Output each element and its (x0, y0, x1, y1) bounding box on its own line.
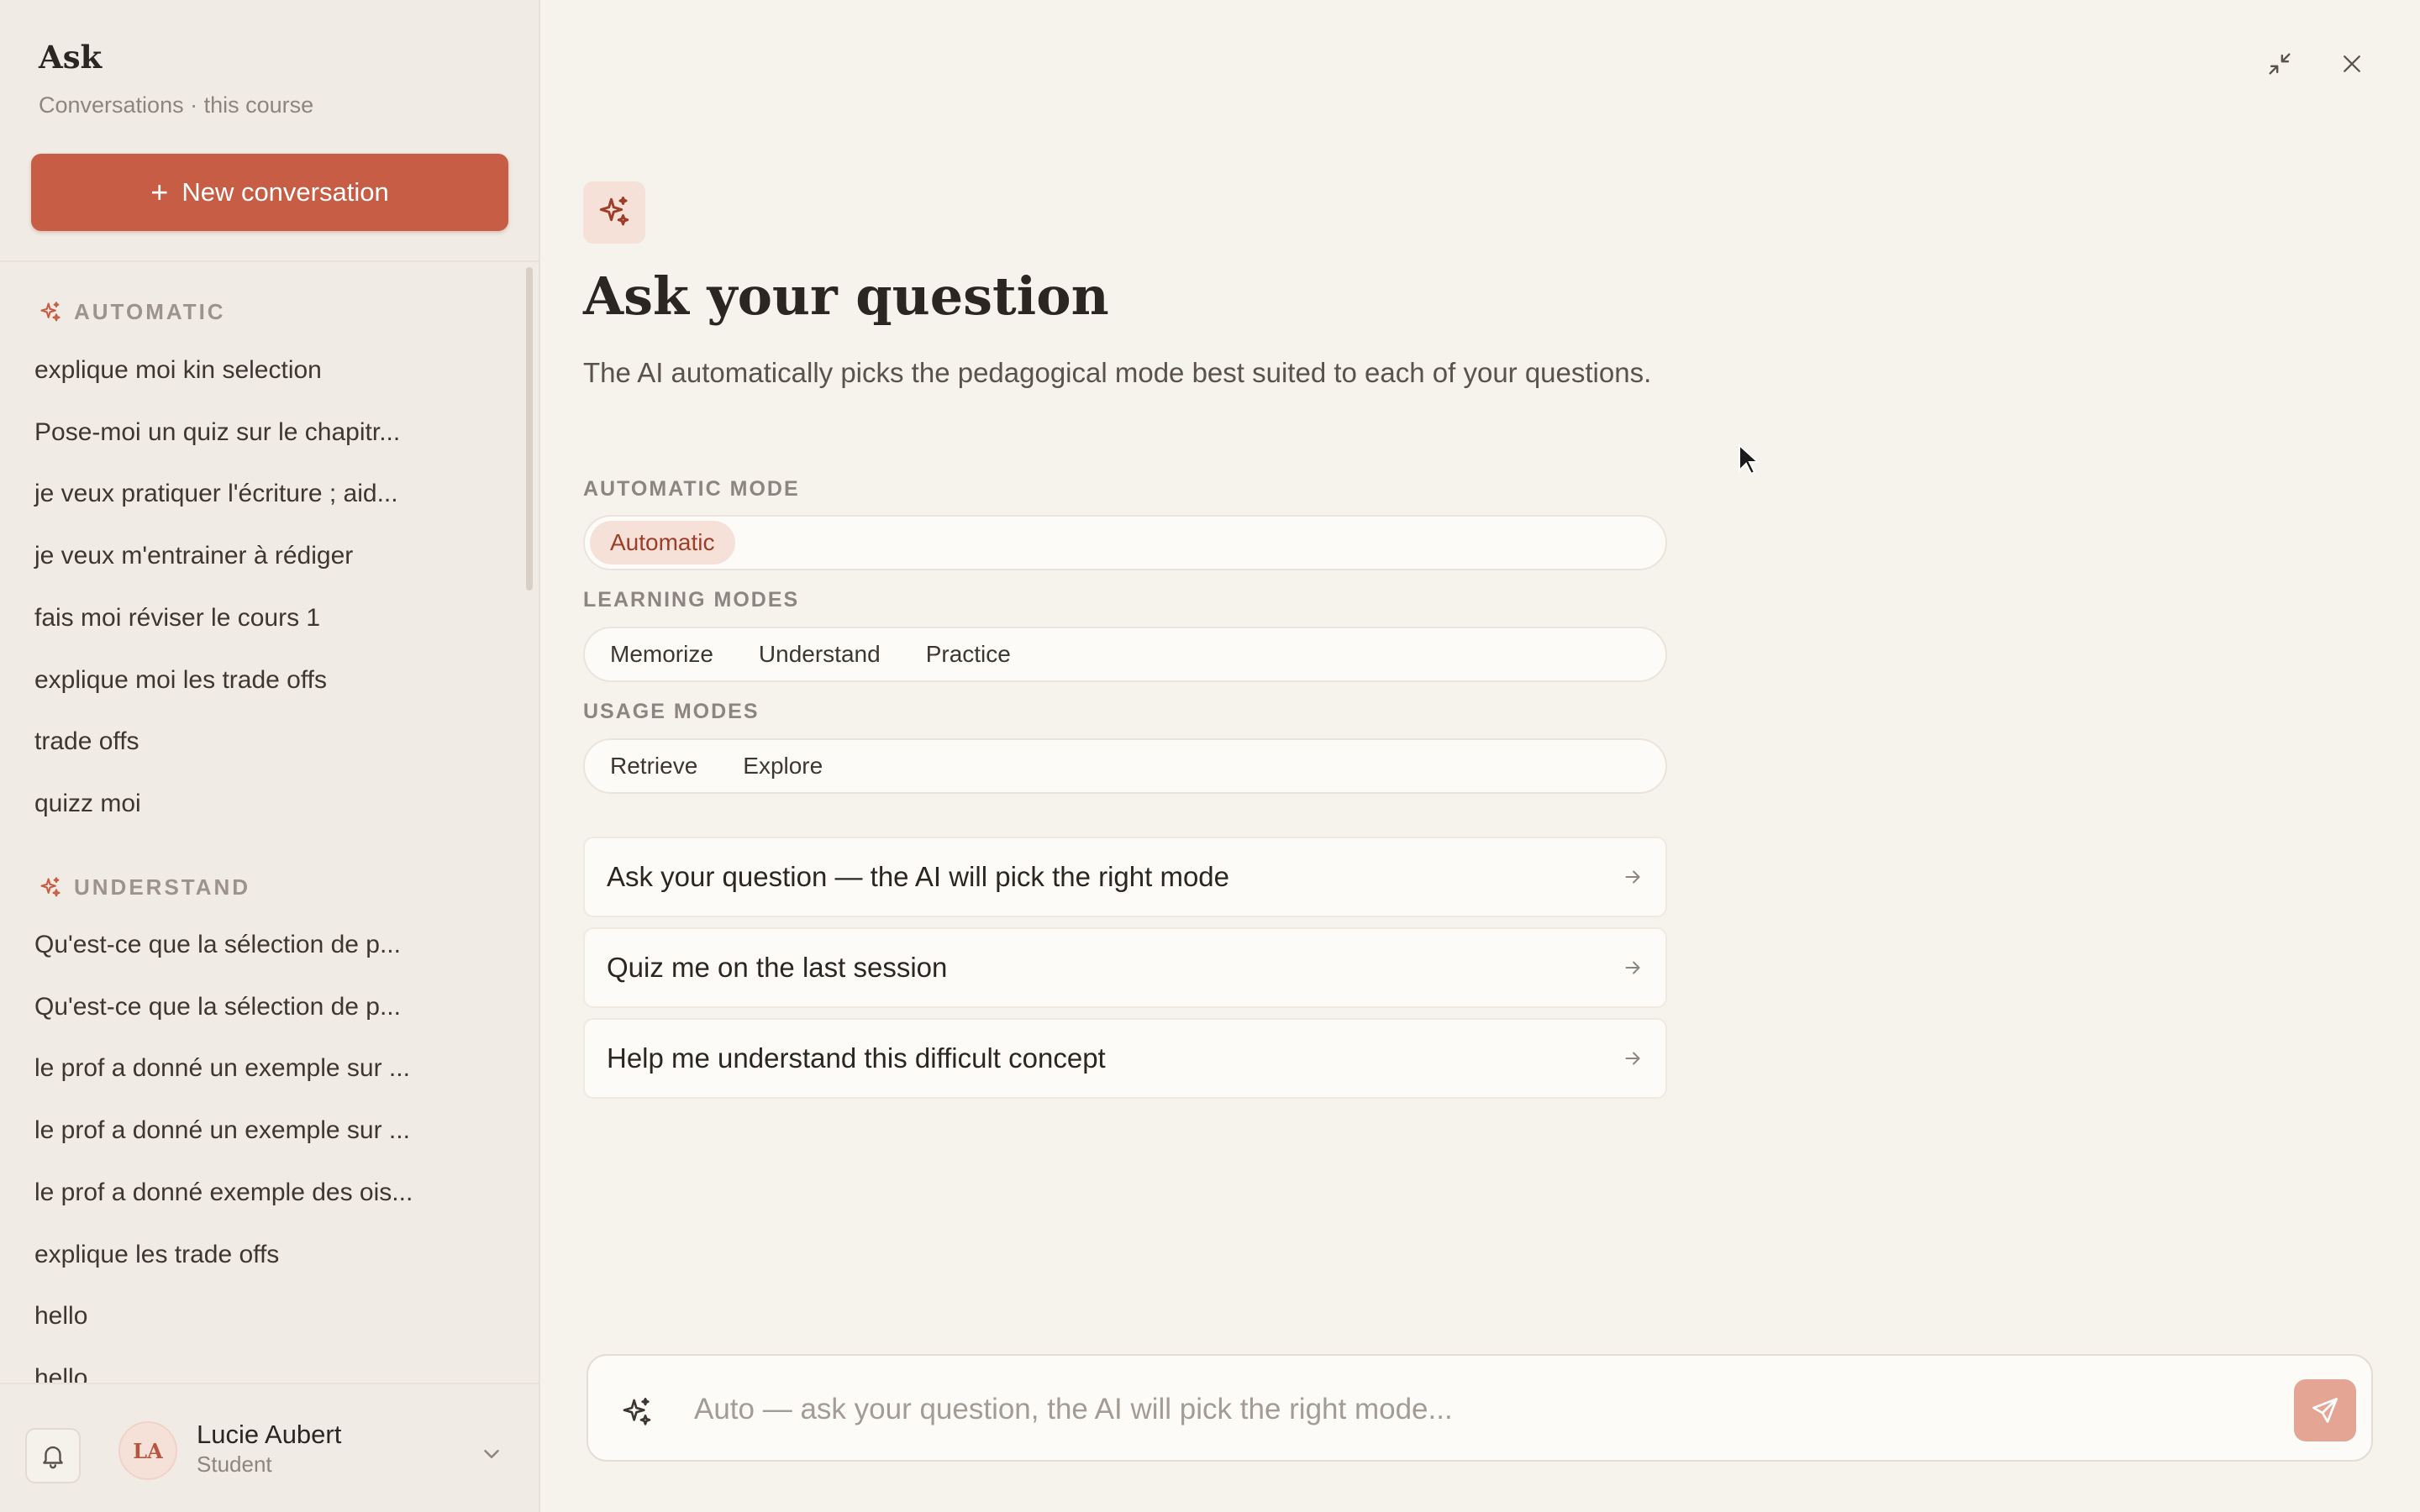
chevron-down-icon[interactable] (479, 1441, 504, 1467)
page-title: Ask your question (583, 265, 1109, 327)
conversation-item[interactable]: le prof a donné exemple des ois... (34, 1179, 413, 1207)
conversation-item[interactable]: je veux pratiquer l'écriture ; aid... (34, 480, 398, 508)
conversation-item[interactable]: Qu'est-ce que la sélection de p... (34, 931, 401, 959)
sidebar: Ask Conversations · this course + New co… (0, 0, 540, 1512)
plus-icon: + (150, 175, 169, 209)
message-composer: Auto — ask your question, the AI will pi… (587, 1354, 2373, 1462)
mouse-cursor-icon (1739, 444, 1760, 475)
suggestion-card[interactable]: Ask your question — the AI will pick the… (583, 837, 1667, 917)
arrow-right-icon (1625, 961, 1640, 974)
learning-modes-label: LEARNING MODES (583, 588, 800, 612)
learning-modes-selector: Memorize Understand Practice (583, 627, 1667, 682)
close-button[interactable] (2334, 46, 2370, 81)
sidebar-title: Ask (39, 39, 103, 76)
sparkle-icon (40, 301, 60, 321)
suggestion-text: Ask your question — the AI will pick the… (607, 861, 1230, 892)
mode-chip-practice[interactable]: Practice (906, 633, 1031, 676)
conversation-item[interactable]: le prof a donné un exemple sur ... (34, 1054, 410, 1083)
new-conversation-button[interactable]: + New conversation (31, 154, 508, 231)
new-conversation-label: New conversation (182, 177, 389, 207)
sparkle-icon (599, 197, 629, 226)
conversation-item[interactable]: explique moi les trade offs (34, 666, 327, 695)
mode-chip-explore[interactable]: Explore (723, 744, 843, 788)
message-input[interactable]: Auto — ask your question, the AI will pi… (694, 1393, 1453, 1426)
sparkle-icon (623, 1398, 651, 1425)
section-heading-understand: UNDERSTAND (39, 874, 250, 900)
section-heading-automatic: AUTOMATIC (39, 299, 226, 325)
conversation-item[interactable]: Pose-moi un quiz sur le chapitr... (34, 418, 400, 447)
conversation-item[interactable]: explique les trade offs (34, 1241, 279, 1269)
avatar: LA (118, 1421, 177, 1480)
sparkle-icon (40, 876, 60, 896)
conversation-item[interactable]: explique moi kin selection (34, 356, 322, 385)
conversation-item[interactable]: fais moi réviser le cours 1 (34, 604, 320, 633)
notifications-button[interactable] (25, 1428, 81, 1483)
minimize-button[interactable] (2262, 46, 2297, 81)
hero-sparkle-badge (583, 181, 645, 244)
sidebar-divider (0, 260, 539, 262)
suggestion-card[interactable]: Help me understand this difficult concep… (583, 1018, 1667, 1099)
send-button[interactable] (2294, 1379, 2356, 1441)
usage-modes-label: USAGE MODES (583, 700, 760, 723)
conversation-item[interactable]: Qu'est-ce que la sélection de p... (34, 993, 401, 1021)
automatic-mode-selector: Automatic (583, 515, 1667, 570)
conversation-item[interactable]: trade offs (34, 727, 139, 756)
mode-chip-memorize[interactable]: Memorize (590, 633, 734, 676)
conversation-item[interactable]: le prof a donné un exemple sur ... (34, 1116, 410, 1145)
arrow-right-icon (1625, 1052, 1640, 1065)
conversation-item[interactable]: quizz moi (34, 790, 141, 818)
suggestion-card[interactable]: Quiz me on the last session (583, 927, 1667, 1008)
suggestion-text: Quiz me on the last session (607, 952, 948, 983)
user-name[interactable]: Lucie Aubert (197, 1420, 341, 1450)
mode-chip-understand[interactable]: Understand (739, 633, 901, 676)
sidebar-subtitle: Conversations · this course (39, 92, 314, 118)
close-icon (2344, 55, 2360, 72)
section-heading-label: UNDERSTAND (74, 874, 251, 900)
conversation-item[interactable]: je veux m'entrainer à rédiger (34, 542, 353, 570)
arrow-right-icon (1625, 870, 1640, 884)
bell-icon (43, 1446, 63, 1469)
section-heading-label: AUTOMATIC (74, 299, 226, 324)
send-icon (2312, 1398, 2338, 1423)
automatic-mode-label: AUTOMATIC MODE (583, 477, 800, 501)
conversation-item[interactable]: hello (34, 1364, 87, 1383)
mode-chip-retrieve[interactable]: Retrieve (590, 744, 718, 788)
user-role: Student (197, 1452, 272, 1477)
conversation-item[interactable]: hello (34, 1302, 87, 1331)
page-description: The AI automatically picks the pedagogic… (583, 357, 1652, 388)
usage-modes-selector: Retrieve Explore (583, 738, 1667, 794)
suggestion-text: Help me understand this difficult concep… (607, 1042, 1106, 1074)
conversation-list: AUTOMATIC explique moi kin selection Pos… (0, 265, 539, 1383)
user-footer: LA Lucie Aubert Student (0, 1383, 539, 1512)
sidebar-scrollbar[interactable] (526, 267, 533, 591)
collapse-icon (2269, 53, 2291, 75)
mode-chip-automatic[interactable]: Automatic (590, 521, 735, 564)
